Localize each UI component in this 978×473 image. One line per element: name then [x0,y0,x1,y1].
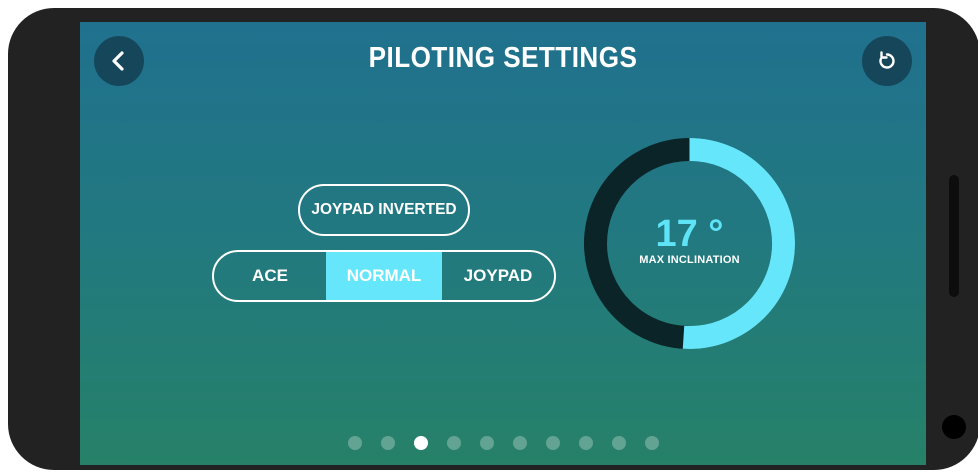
mode-option-label: JOYPAD [463,266,533,285]
reset-icon [879,51,895,69]
mode-option-ace[interactable]: ACE [214,252,326,300]
inclination-label: MAX INCLINATION [639,254,740,266]
page-dot[interactable] [479,436,494,450]
gauge-readout: 17 ° MAX INCLINATION [582,136,797,351]
joypad-inverted-toggle[interactable]: JOYPAD INVERTED [298,184,470,236]
app-screen: PILOTING SETTINGS JOYPAD INVERTED ACE NO… [80,22,926,465]
inclination-value: 17 ° [655,213,724,255]
mode-option-joypad[interactable]: JOYPAD [442,252,554,300]
page-dot[interactable] [380,436,395,450]
phone-camera-dot [942,415,966,439]
mode-option-label: ACE [252,266,288,285]
page-dot[interactable] [512,436,527,450]
mode-option-normal[interactable]: NORMAL [326,252,442,300]
page-dot[interactable] [347,436,362,450]
page-dot[interactable] [611,436,626,450]
page-indicator [80,436,926,450]
mode-option-label: NORMAL [346,266,422,285]
page-dot[interactable] [545,436,560,450]
page-title: PILOTING SETTINGS [368,42,638,74]
piloting-mode-selector: ACE NORMAL JOYPAD [212,250,556,302]
max-inclination-gauge[interactable]: 17 ° MAX INCLINATION [582,136,797,351]
phone-side-button [949,175,959,297]
page-dot[interactable] [413,436,428,450]
page-dot[interactable] [446,436,461,450]
page-dot[interactable] [644,436,659,450]
page-dot[interactable] [578,436,593,450]
reset-button[interactable] [862,36,912,86]
joypad-inverted-label: JOYPAD INVERTED [311,201,457,218]
